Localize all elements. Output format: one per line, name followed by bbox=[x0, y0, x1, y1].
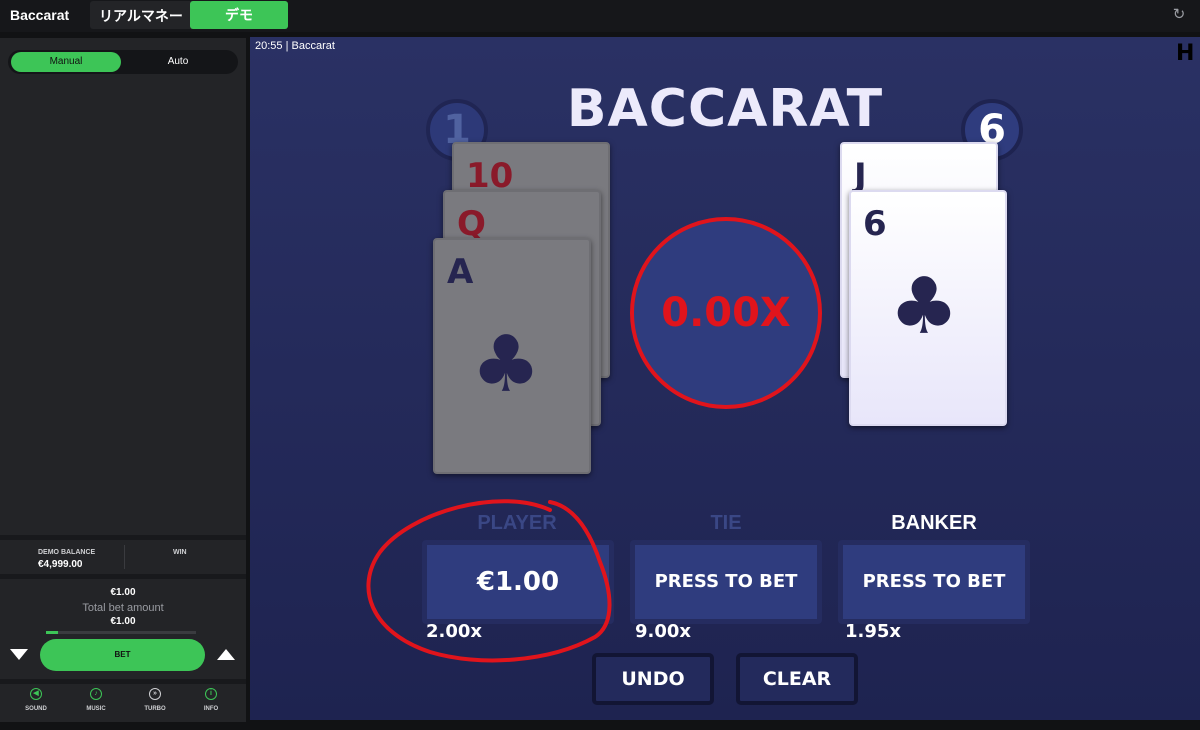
win-label: WIN bbox=[173, 549, 187, 556]
game-title: BACCARAT bbox=[566, 79, 884, 139]
turbo-label: TURBO bbox=[144, 706, 166, 712]
turbo-icon: » bbox=[149, 688, 161, 700]
demo-balance-label: DEMO BALANCE bbox=[38, 549, 96, 556]
increase-bet-icon[interactable] bbox=[217, 649, 235, 660]
tab-manual[interactable]: Manual bbox=[11, 52, 121, 72]
refresh-icon[interactable]: ↻ bbox=[1170, 6, 1188, 24]
sound-button[interactable]: ◀ SOUND bbox=[16, 688, 56, 712]
card-rank: 6 bbox=[863, 204, 887, 244]
sound-label: SOUND bbox=[25, 706, 47, 712]
bet-amount: €1.00 bbox=[110, 587, 136, 598]
banker-bet-button[interactable]: PRESS TO BET bbox=[838, 540, 1030, 624]
tie-bet-button[interactable]: PRESS TO BET bbox=[630, 540, 822, 624]
info-button[interactable]: i INFO bbox=[191, 688, 231, 712]
sidebar: Manual Auto DEMO BALANCE €4,999.00 WIN €… bbox=[0, 38, 246, 722]
club-icon: ♣ bbox=[889, 262, 959, 352]
undo-button[interactable]: UNDO bbox=[592, 653, 714, 705]
info-label: INFO bbox=[203, 706, 219, 712]
mode-real-money[interactable]: リアルマネー bbox=[99, 6, 183, 26]
tab-auto[interactable]: Auto bbox=[123, 52, 233, 72]
clear-button[interactable]: CLEAR bbox=[736, 653, 858, 705]
sidebar-footer: ◀ SOUND ♪ MUSIC » TURBO i INFO bbox=[0, 684, 246, 722]
bet-mode-tabs: Manual Auto bbox=[8, 50, 238, 74]
bet-slider[interactable] bbox=[46, 631, 196, 634]
provider-logo: H bbox=[1176, 41, 1195, 66]
total-bet-label: Total bet amount bbox=[82, 602, 164, 614]
music-button[interactable]: ♪ MUSIC bbox=[76, 688, 116, 712]
bet-button[interactable]: BET bbox=[40, 639, 205, 671]
divider bbox=[124, 545, 125, 569]
banker-payout: 1.95x bbox=[845, 621, 902, 642]
decrease-bet-icon[interactable] bbox=[10, 649, 28, 660]
bet-mode-panel: Manual Auto bbox=[0, 38, 246, 535]
top-bar: Baccarat リアルマネー デモ ↻ bbox=[0, 0, 1200, 32]
music-label: MUSIC bbox=[86, 706, 106, 712]
turbo-button[interactable]: » TURBO bbox=[135, 688, 175, 712]
balance-panel: DEMO BALANCE €4,999.00 WIN bbox=[0, 540, 246, 574]
demo-balance-value: €4,999.00 bbox=[38, 559, 83, 570]
banker-card-2: 6 ♣ bbox=[849, 190, 1007, 426]
app-title: Baccarat bbox=[10, 7, 70, 23]
club-icon: ♣ bbox=[471, 320, 541, 410]
tie-bet-label: TIE bbox=[710, 512, 742, 534]
game-table: 20:55 | Baccarat H BACCARAT 1 6 10 Q A ♣… bbox=[250, 37, 1200, 720]
bet-slider-fill bbox=[46, 631, 58, 634]
card-rank: A bbox=[447, 252, 474, 292]
total-bet-value: €1.00 bbox=[110, 616, 136, 627]
music-icon: ♪ bbox=[90, 688, 102, 700]
game-time-label: 20:55 | Baccarat bbox=[255, 40, 335, 52]
bet-panel: €1.00 Total bet amount €1.00 BET bbox=[0, 579, 246, 679]
sound-icon: ◀ bbox=[30, 688, 42, 700]
player-card-3: A ♣ bbox=[433, 238, 591, 474]
info-icon: i bbox=[205, 688, 217, 700]
mode-demo[interactable]: デモ bbox=[190, 1, 288, 29]
banker-bet-label: BANKER bbox=[891, 512, 977, 534]
mode-toggle[interactable]: リアルマネー デモ bbox=[90, 1, 288, 29]
multiplier-display: 0.00X bbox=[630, 217, 822, 409]
tie-payout: 9.00x bbox=[635, 621, 692, 642]
player-bet-button[interactable]: €1.00 bbox=[422, 540, 614, 624]
player-bet-label: PLAYER bbox=[477, 512, 557, 534]
player-payout: 2.00x bbox=[426, 621, 483, 642]
